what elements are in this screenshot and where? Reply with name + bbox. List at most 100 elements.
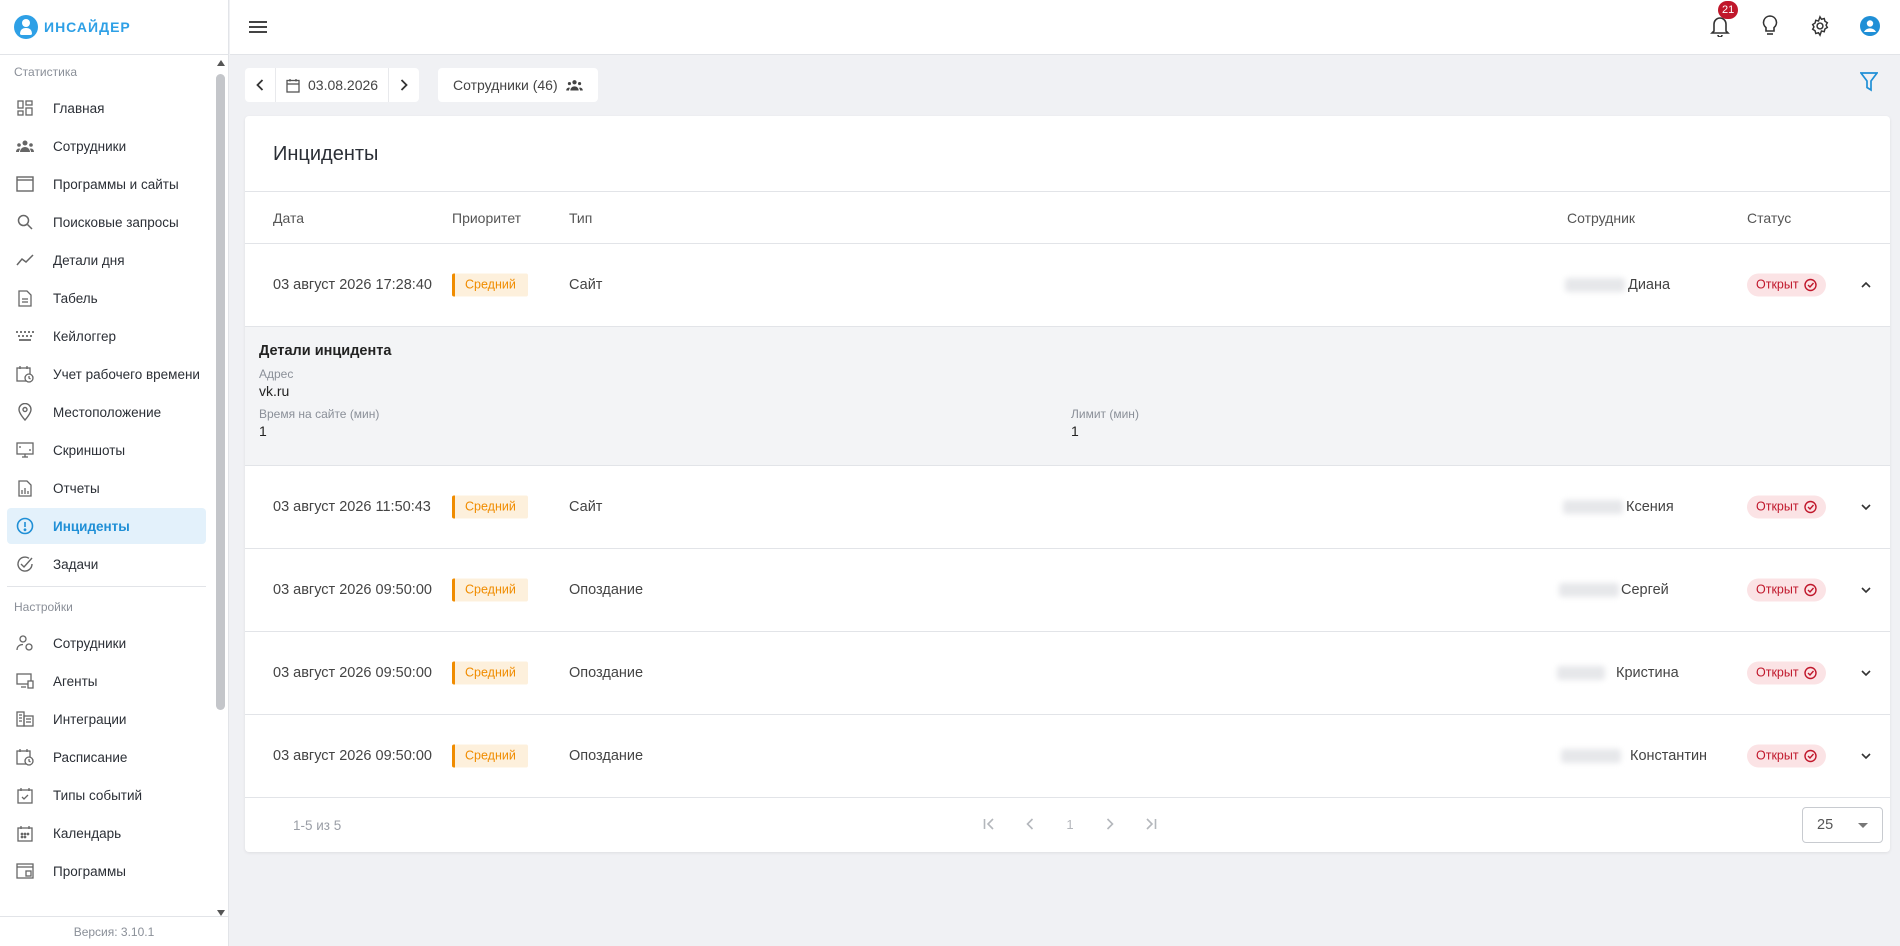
status-label: Открыт: [1756, 277, 1799, 292]
sidebar-scrollbar[interactable]: [216, 60, 225, 916]
sidebar-item-schedule[interactable]: Расписание: [7, 739, 206, 775]
sidebar-item-incidents[interactable]: Инциденты: [7, 508, 206, 544]
sidebar-item-event-types[interactable]: Типы событий: [7, 777, 206, 813]
prev-date-button[interactable]: [245, 68, 275, 102]
pagination-range: 1-5 из 5: [293, 818, 342, 833]
sidebar-item-label: Местоположение: [53, 404, 162, 420]
table-row[interactable]: 03 август 2026 09:50:00 Средний Опоздани…: [245, 715, 1890, 798]
column-header-employee[interactable]: Сотрудник: [1567, 210, 1635, 226]
sidebar-item-integrations[interactable]: Интеграции: [7, 701, 206, 737]
cell-date: 03 август 2026 09:50:00: [273, 665, 432, 681]
profile-button[interactable]: [1856, 12, 1884, 40]
cell-type: Опоздание: [569, 748, 644, 764]
rows-per-page-value: 25: [1817, 817, 1834, 833]
sidebar-item-label: Календарь: [53, 825, 122, 841]
chevron-down-icon[interactable]: [1859, 583, 1873, 597]
status-check-icon: [1803, 583, 1817, 597]
status-badge: Открыт: [1747, 661, 1826, 685]
sidebar-item-programs[interactable]: Программы: [7, 853, 206, 889]
first-page-icon[interactable]: [980, 814, 1000, 834]
address-value: vk.ru: [259, 383, 290, 399]
sidebar-item-label: Отчеты: [53, 480, 100, 496]
gear-icon: [1811, 15, 1829, 37]
priority-badge: Средний: [452, 744, 528, 768]
chevron-down-icon[interactable]: [1859, 500, 1873, 514]
status-label: Открыт: [1756, 748, 1799, 763]
notifications-badge: 21: [1718, 1, 1739, 19]
sidebar-item-calendar[interactable]: Календарь: [7, 815, 206, 851]
sidebar-item-employees[interactable]: Сотрудники: [7, 128, 206, 164]
status-check-icon: [1803, 749, 1817, 763]
date-picker: 03.08.2026: [245, 68, 420, 102]
table-row[interactable]: 03 август 2026 09:50:00 Средний Опоздани…: [245, 632, 1890, 715]
column-header-date[interactable]: Дата: [273, 210, 304, 226]
table-row[interactable]: 03 август 2026 11:50:43 Средний Сайт Ксе…: [245, 466, 1890, 549]
date-field[interactable]: 03.08.2026: [275, 68, 390, 102]
sidebar-item-reports[interactable]: Отчеты: [7, 470, 206, 506]
sidebar-item-label: Главная: [53, 100, 105, 116]
cell-employee: Константин: [1630, 748, 1708, 764]
sidebar-item-agents[interactable]: Агенты: [7, 663, 206, 699]
chevron-up-icon[interactable]: [1859, 278, 1873, 292]
window-icon: [15, 174, 35, 194]
employees-filter-button[interactable]: Сотрудники (46): [438, 68, 598, 102]
priority-badge: Средний: [452, 495, 528, 519]
blurred-surname: [1565, 278, 1625, 292]
sidebar-item-label: Сотрудники: [53, 138, 127, 154]
next-page-icon[interactable]: [1100, 814, 1120, 834]
page-title: Инциденты: [245, 116, 1890, 192]
programs-icon: [15, 861, 35, 881]
sidebar-item-label: Поисковые запросы: [53, 214, 179, 230]
table-row[interactable]: 03 август 2026 17:28:40 Средний Сайт Диа…: [245, 244, 1890, 327]
trend-icon: [15, 250, 35, 270]
sidebar-item-search-queries[interactable]: Поисковые запросы: [7, 204, 206, 240]
next-date-button[interactable]: [389, 68, 419, 102]
sidebar-item-settings-employees[interactable]: Сотрудники: [7, 625, 206, 661]
filter-button[interactable]: [1859, 72, 1884, 96]
sidebar-item-keylogger[interactable]: Кейлоггер: [7, 318, 206, 354]
scroll-thumb[interactable]: [216, 74, 225, 710]
column-header-status[interactable]: Статус: [1747, 210, 1791, 226]
calendar-icon: [15, 823, 35, 843]
address-label: Адрес: [259, 367, 294, 381]
app-logo[interactable]: ИНСАЙДЕР: [0, 0, 228, 55]
topbar: 21: [230, 0, 1900, 55]
account-icon: [1860, 16, 1880, 36]
tips-button[interactable]: [1756, 12, 1784, 40]
settings-button[interactable]: [1806, 12, 1834, 40]
status-check-icon: [1803, 666, 1817, 680]
sidebar: ИНСАЙДЕР Статистика Главная Сотрудники П…: [0, 0, 229, 946]
cell-date: 03 август 2026 11:50:43: [273, 499, 431, 515]
cell-employee: Ксения: [1626, 499, 1674, 515]
current-page[interactable]: 1: [1060, 814, 1080, 834]
blurred-surname: [1563, 500, 1623, 514]
chevron-down-icon[interactable]: [1859, 666, 1873, 680]
sidebar-item-tasks[interactable]: Задачи: [7, 546, 206, 582]
sidebar-item-work-time[interactable]: Учет рабочего времени: [7, 356, 206, 392]
sidebar-item-label: Типы событий: [53, 787, 143, 803]
status-check-icon: [1803, 278, 1817, 292]
sidebar-item-screenshots[interactable]: Скриншоты: [7, 432, 206, 468]
section-label-stats: Статистика: [14, 65, 78, 79]
sidebar-item-location[interactable]: Местоположение: [7, 394, 206, 430]
details-title: Детали инцидента: [259, 343, 392, 359]
chevron-down-icon[interactable]: [1859, 749, 1873, 763]
column-header-type[interactable]: Тип: [569, 210, 592, 226]
sidebar-item-label: Учет рабочего времени: [53, 366, 200, 382]
status-badge: Открыт: [1747, 495, 1826, 519]
sidebar-item-day-details[interactable]: Детали дня: [7, 242, 206, 278]
sidebar-item-timesheet[interactable]: Табель: [7, 280, 206, 316]
event-types-icon: [15, 785, 35, 805]
prev-page-icon[interactable]: [1020, 814, 1040, 834]
scroll-up-arrow-icon[interactable]: [217, 60, 225, 66]
rows-per-page-select[interactable]: 25: [1802, 807, 1883, 843]
sidebar-item-home[interactable]: Главная: [7, 90, 206, 126]
menu-toggle-icon[interactable]: [246, 15, 270, 39]
table-row[interactable]: 03 август 2026 09:50:00 Средний Опоздани…: [245, 549, 1890, 632]
sidebar-item-programs-sites[interactable]: Программы и сайты: [7, 166, 206, 202]
notifications-button[interactable]: 21: [1706, 1, 1739, 40]
column-header-priority[interactable]: Приоритет: [452, 210, 521, 226]
status-label: Открыт: [1756, 665, 1799, 680]
lightbulb-icon: [1762, 15, 1778, 35]
last-page-icon[interactable]: [1140, 814, 1160, 834]
